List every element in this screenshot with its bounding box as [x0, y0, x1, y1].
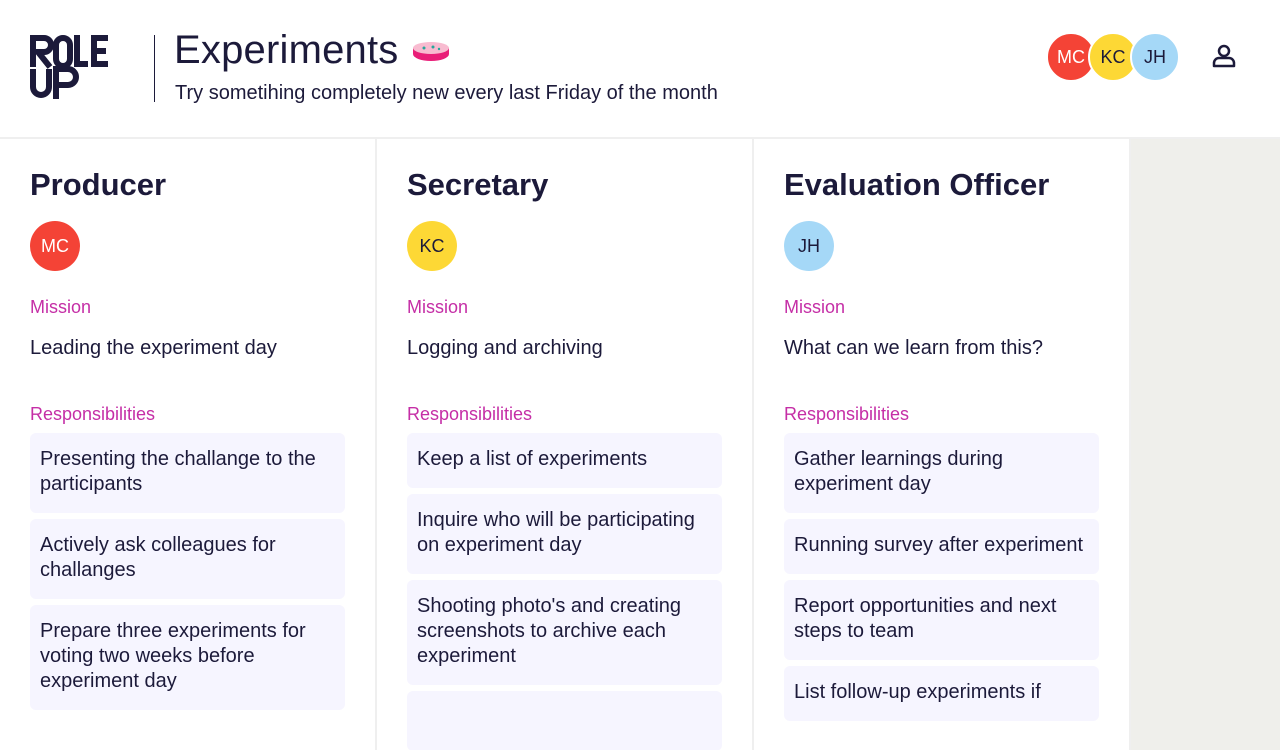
responsibilities-label: Responsibilities: [784, 404, 910, 424]
avatar[interactable]: JH: [1130, 32, 1180, 82]
avatar-initials: MC: [41, 235, 69, 256]
avatar-initials: KC: [1100, 46, 1126, 67]
responsibility-item[interactable]: Actively ask colleagues for challanges: [30, 519, 345, 599]
mission-label: Mission: [784, 297, 846, 317]
empty-area: [1131, 139, 1280, 750]
responsibility-item[interactable]: Report opportunities and next steps to t…: [784, 580, 1099, 660]
avatar[interactable]: JH: [784, 221, 834, 271]
avatar-initials: MC: [1057, 46, 1085, 67]
role-title: Evaluation Officer: [784, 167, 1050, 202]
avatar[interactable]: MC: [30, 221, 80, 271]
responsibility-item[interactable]: Gather learnings during experiment day: [784, 433, 1099, 513]
team-avatars: MC KC JH: [1046, 32, 1180, 82]
responsibilities-label: Responsibilities: [30, 404, 156, 424]
header: Experiments Try sometihing completely ne…: [0, 0, 1280, 139]
responsibility-item[interactable]: [407, 691, 722, 750]
user-icon[interactable]: [1210, 42, 1238, 70]
mission-label: Mission: [407, 297, 469, 317]
responsibility-item[interactable]: Running survey after experiment: [784, 519, 1099, 574]
responsibility-item[interactable]: Keep a list of experiments: [407, 433, 722, 488]
responsibility-item[interactable]: Presenting the challange to the particip…: [30, 433, 345, 513]
role-column-evaluation-officer: Evaluation Officer JH Mission What can we l…: [754, 139, 1131, 750]
responsibilities-list: Presenting the challange to the particip…: [30, 433, 345, 710]
mission-text: What can we learn from this?: [784, 337, 1043, 359]
responsibilities-list: Gather learnings during experiment day Ru…: [784, 433, 1099, 721]
mission-text: Leading the experiment day: [30, 337, 277, 359]
responsibility-item[interactable]: Prepare three experiments for voting two…: [30, 605, 345, 710]
responsibility-item[interactable]: Inquire who will be participating on exp…: [407, 494, 722, 574]
responsibilities-list: Keep a list of experiments Inquire who wi…: [407, 433, 722, 750]
responsibilities-label: Responsibilities: [407, 404, 533, 424]
responsibility-item[interactable]: List follow-up experiments if: [784, 666, 1099, 721]
mission-label: Mission: [30, 297, 92, 317]
header-divider: [154, 35, 155, 102]
role-column-secretary: Secretary KC Mission Logging and archiving R…: [377, 139, 754, 750]
avatar-initials: KC: [419, 235, 445, 256]
role-column-producer: Producer MC Mission Leading the experiment …: [0, 139, 377, 750]
avatar-initials: JH: [1144, 46, 1166, 67]
avatar[interactable]: KC: [407, 221, 457, 271]
role-title: Producer: [30, 167, 167, 202]
mission-text: Logging and archiving: [407, 337, 603, 359]
role-title: Secretary: [407, 167, 549, 202]
page-subtitle: Try sometihing completely new every last…: [175, 82, 718, 104]
roleup-logo[interactable]: [30, 35, 134, 99]
petri-dish-icon: [412, 41, 449, 61]
page-title: Experiments: [174, 28, 399, 72]
responsibility-item[interactable]: Shooting photo's and creating screenshot…: [407, 580, 722, 685]
avatar-initials: JH: [798, 235, 820, 256]
